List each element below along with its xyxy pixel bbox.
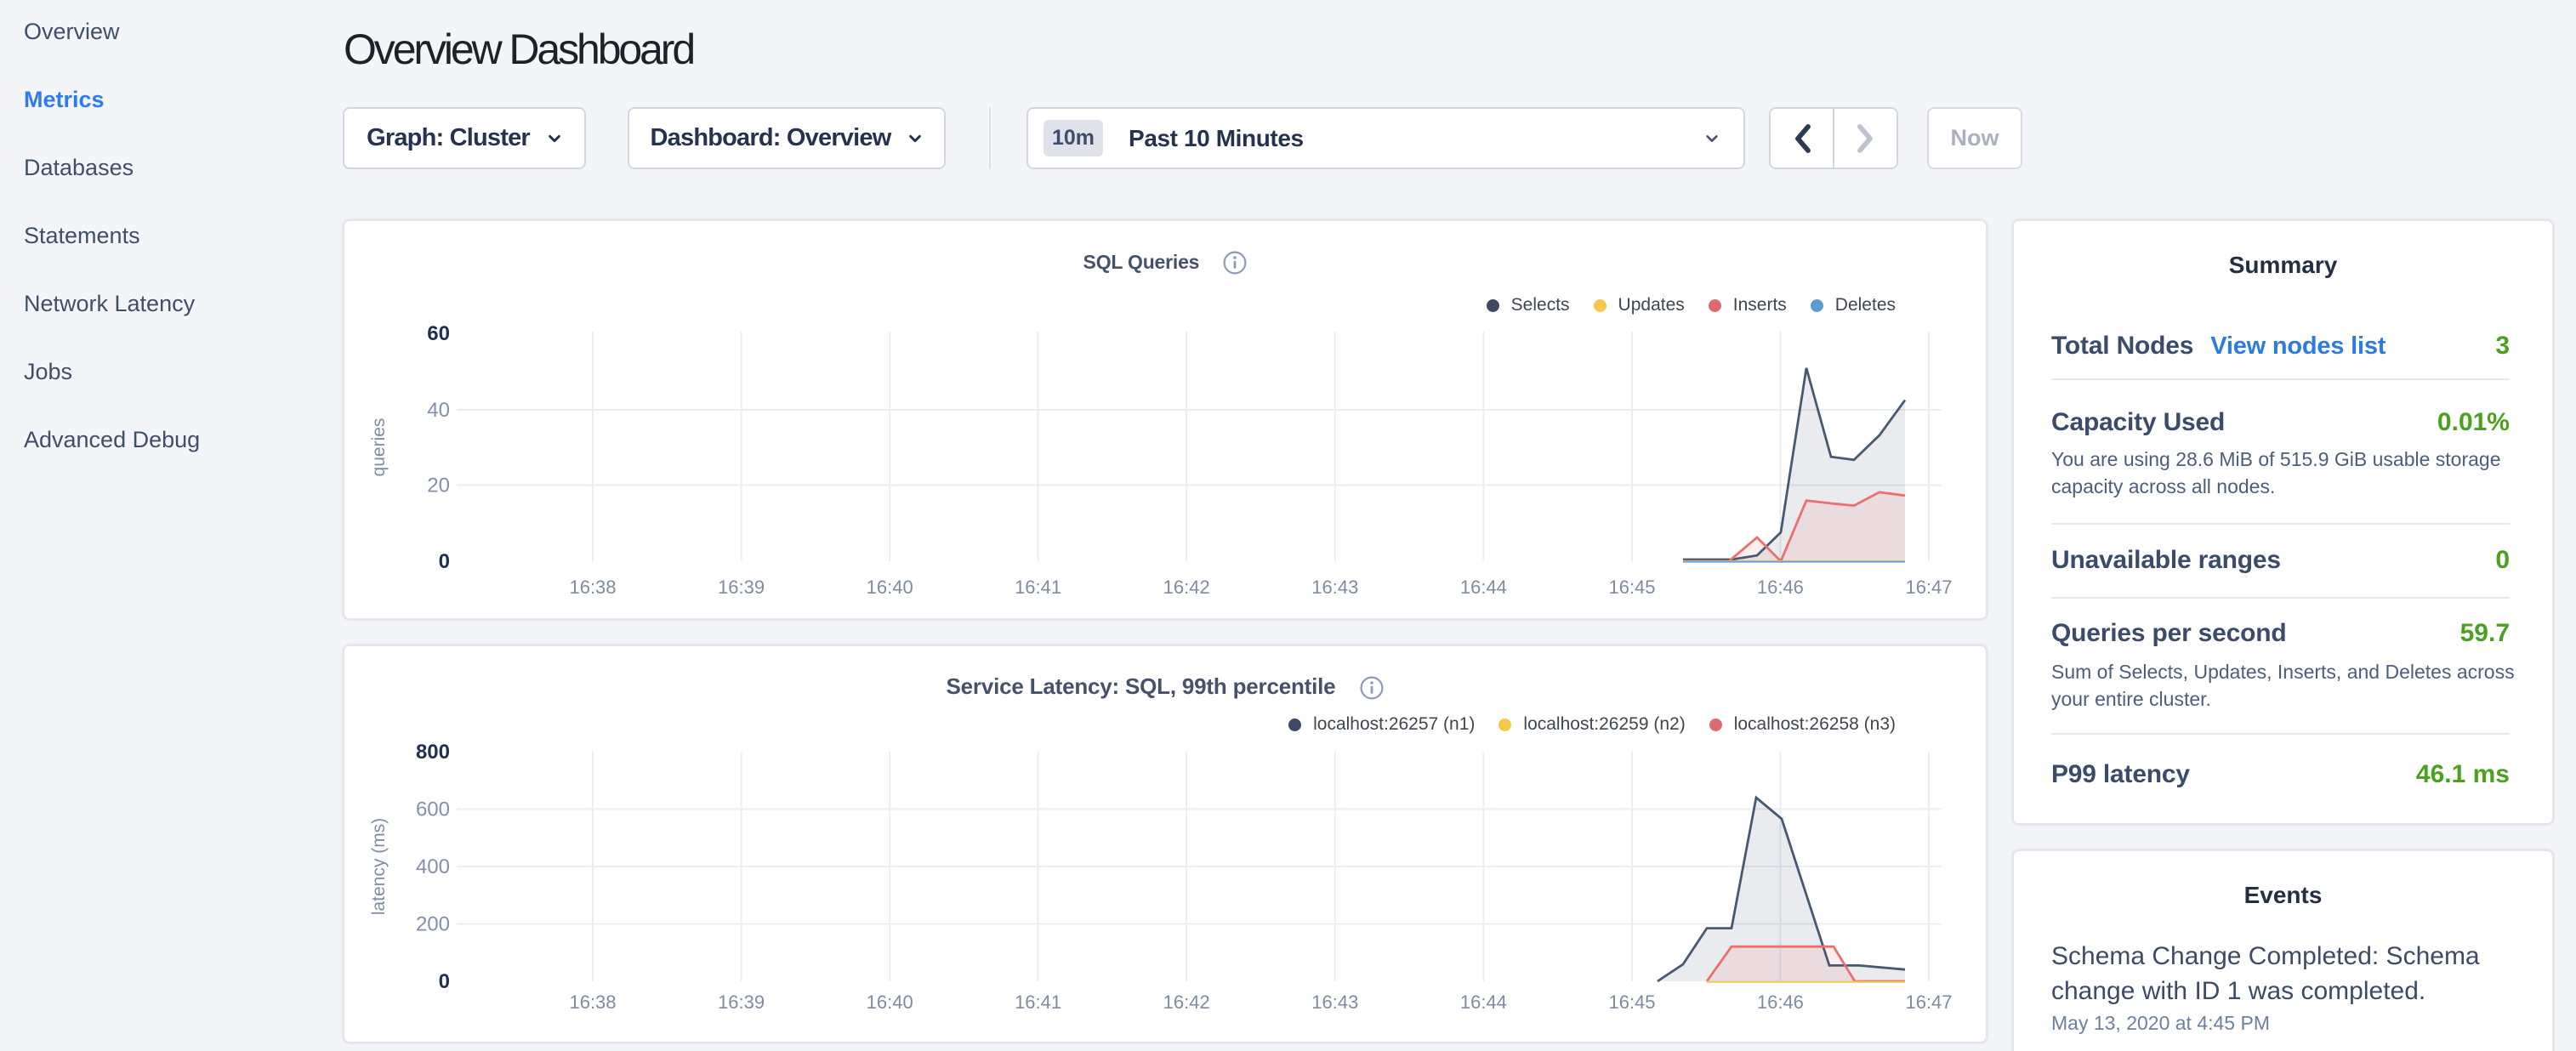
svg-text:16:41: 16:41	[1015, 577, 1061, 598]
svg-text:16:40: 16:40	[867, 577, 913, 598]
svg-text:16:44: 16:44	[1460, 577, 1507, 598]
svg-text:16:44: 16:44	[1460, 991, 1507, 1013]
svg-text:16:47: 16:47	[1905, 991, 1952, 1013]
svg-text:16:45: 16:45	[1608, 991, 1655, 1013]
svg-text:60: 60	[427, 322, 450, 345]
svg-text:16:47: 16:47	[1905, 577, 1952, 598]
svg-text:20: 20	[427, 474, 450, 497]
svg-text:16:39: 16:39	[718, 991, 765, 1013]
svg-text:latency (ms): latency (ms)	[369, 818, 389, 915]
svg-text:400: 400	[416, 855, 450, 878]
svg-text:16:45: 16:45	[1608, 577, 1655, 598]
svg-text:16:46: 16:46	[1757, 991, 1804, 1013]
svg-text:16:43: 16:43	[1311, 991, 1358, 1013]
svg-text:16:42: 16:42	[1163, 991, 1210, 1013]
svg-text:16:40: 16:40	[867, 991, 913, 1013]
svg-text:200: 200	[416, 913, 450, 936]
svg-text:16:39: 16:39	[718, 577, 765, 598]
svg-text:40: 40	[427, 399, 450, 422]
svg-text:16:42: 16:42	[1163, 577, 1210, 598]
svg-text:0: 0	[439, 550, 450, 573]
svg-text:16:41: 16:41	[1015, 991, 1061, 1013]
svg-text:16:43: 16:43	[1311, 577, 1358, 598]
svg-text:16:38: 16:38	[569, 991, 616, 1013]
svg-text:600: 600	[416, 798, 450, 821]
svg-text:queries: queries	[369, 418, 389, 477]
svg-text:800: 800	[416, 741, 450, 764]
svg-text:16:38: 16:38	[569, 577, 616, 598]
svg-text:16:46: 16:46	[1757, 577, 1804, 598]
svg-text:0: 0	[439, 970, 450, 993]
